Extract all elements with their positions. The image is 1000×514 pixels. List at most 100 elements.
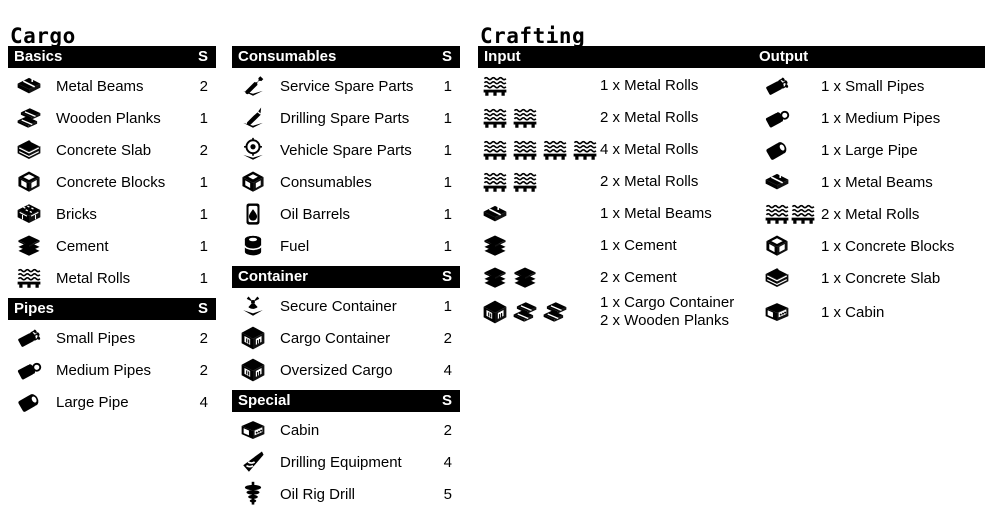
cargo-item-row[interactable]: Small Pipes 2 [8,322,216,354]
cargo-item-label: Metal Beams [56,77,144,95]
cabin-icon [236,417,270,443]
cargo-item-quantity: 4 [443,453,452,471]
cement-icon [482,233,508,259]
service-spare-parts-icon [240,73,266,99]
cargo-item-label: Large Pipe [56,393,129,411]
concrete-slab-icon [16,137,42,163]
cargo-item-row[interactable]: Concrete Slab 2 [8,134,216,166]
cargo-item-quantity: 2 [443,329,452,347]
cargo-item-row[interactable]: Metal Beams 2 [8,70,216,102]
cargo-item-row[interactable]: Consumables 1 [232,166,460,198]
cargo-item-row[interactable]: Metal Rolls 1 [8,262,216,294]
recipe-input-icons [482,169,600,195]
metal-rolls-icon [542,137,568,163]
section-qty-header: S [197,300,208,317]
cargo-item-row[interactable]: Secure Container 1 [232,290,460,322]
cargo-item-row[interactable]: Drilling Spare Parts 1 [232,102,460,134]
oil-barrels-icon [236,201,270,227]
recipe-output-text: 1 x Medium Pipes [821,109,941,127]
large-pipe-icon [764,137,790,163]
cargo-item-quantity: 5 [443,485,452,503]
cargo-item-quantity: 1 [443,109,452,127]
cargo-panel: Cargo Basics S Metal Beams 2 Wooden Planks 1 C… [8,0,468,66]
crafting-panel: Crafting Input Output 1 x Metal Rolls 1 x… [478,0,992,329]
cement-icon [16,233,42,259]
cargo-item-label: Wooden Planks [56,109,161,127]
cargo-item-quantity: 1 [443,237,452,255]
recipe-output-icons [764,201,821,227]
crafting-recipe-row[interactable]: 1 x Cement 1 x Concrete Blocks [478,230,985,262]
cargo-item-row[interactable]: Fuel 1 [232,230,460,262]
cargo-item-row[interactable]: Large Pipe 4 [8,386,216,418]
cargo-item-quantity: 1 [443,141,452,159]
cargo-item-quantity: 1 [443,205,452,223]
crafting-recipe-row[interactable]: 2 x Cement 1 x Concrete Slab [478,262,985,294]
oil-rig-drill-icon [240,481,266,507]
crafting-recipe-row[interactable]: 4 x Metal Rolls 1 x Large Pipe [478,134,985,166]
secure-container-icon [240,293,266,319]
vehicle-spare-parts-icon [236,137,270,163]
recipe-output-icons [764,169,821,195]
section-header: Special S [232,390,460,412]
cement-icon [12,233,46,259]
cargo-item-row[interactable]: Vehicle Spare Parts 1 [232,134,460,166]
bricks-icon [12,201,46,227]
cargo-item-row[interactable]: Service Spare Parts 1 [232,70,460,102]
oversized-cargo-icon [236,357,270,383]
cargo-item-quantity: 4 [199,393,208,411]
cargo-item-label: Cement [56,237,109,255]
cargo-item-label: Vehicle Spare Parts [280,141,412,159]
recipe-input-text: 1 x Metal Beams [600,205,712,222]
recipe-input-icons [482,73,600,99]
cargo-item-row[interactable]: Bricks 1 [8,198,216,230]
section-header: Consumables S [232,46,460,68]
oversized-cargo-icon [240,357,266,383]
crafting-recipe-row[interactable]: 1 x Metal Beams 2 x Metal Rolls [478,198,985,230]
cargo-item-label: Fuel [280,237,310,255]
crafting-recipe-row[interactable]: 2 x Metal Rolls 1 x Medium Pipes [478,102,985,134]
wooden-planks-icon [542,299,568,325]
oil-barrels-icon [240,201,266,227]
recipe-input-text: 2 x Metal Rolls [600,109,699,126]
section-header-label: Container [238,268,309,285]
cargo-item-quantity: 1 [199,205,208,223]
metal-rolls-icon [512,137,538,163]
cargo-item-row[interactable]: Concrete Blocks 1 [8,166,216,198]
cargo-item-row[interactable]: Oil Rig Drill 5 [232,478,460,510]
cargo-item-quantity: 2 [199,141,208,159]
section-qty-header: S [441,48,452,65]
cargo-item-row[interactable]: Cargo Container 2 [232,322,460,354]
metal-rolls-icon [764,201,790,227]
cargo-item-quantity: 1 [199,237,208,255]
wooden-planks-icon [12,105,46,131]
small-pipes-icon [764,73,790,99]
cargo-item-row[interactable]: Wooden Planks 1 [8,102,216,134]
cargo-item-row[interactable]: Cabin 2 [232,414,460,446]
cargo-item-quantity: 1 [199,109,208,127]
cargo-item-quantity: 2 [199,77,208,95]
recipe-output-text: 1 x Cabin [821,303,885,321]
recipe-output-icons [764,105,821,131]
cargo-item-label: Cargo Container [280,329,391,347]
drilling-equipment-icon [240,449,266,475]
medium-pipes-icon [16,357,42,383]
cargo-item-row[interactable]: Cement 1 [8,230,216,262]
recipe-input-text: 1 x Metal Rolls [600,77,699,94]
crafting-recipe-row[interactable]: 1 x Cargo Container 2 x Wooden Planks 1 x… [478,294,985,330]
recipe-input-text: 2 x Metal Rolls [600,173,699,190]
cargo-item-row[interactable]: Oversized Cargo 4 [232,354,460,386]
medium-pipes-icon [12,357,46,383]
crafting-recipe-row[interactable]: 2 x Metal Rolls 1 x Metal Beams [478,166,985,198]
recipe-input-text: 2 x Cement [600,269,677,286]
cargo-item-quantity: 1 [443,297,452,315]
recipe-input-text: 1 x Cement [600,237,677,254]
section-header-label: Consumables [238,48,337,65]
cargo-item-label: Bricks [56,205,97,223]
crafting-recipe-row[interactable]: 1 x Metal Rolls 1 x Small Pipes [478,70,985,102]
cargo-item-row[interactable]: Drilling Equipment 4 [232,446,460,478]
cargo-item-label: Metal Rolls [56,269,131,287]
cargo-item-row[interactable]: Medium Pipes 2 [8,354,216,386]
cargo-item-row[interactable]: Oil Barrels 1 [232,198,460,230]
cargo-section: Special S Cabin 2 Drilling Equipment 4 Oil Rig… [232,390,460,510]
cargo-item-quantity: 2 [443,421,452,439]
